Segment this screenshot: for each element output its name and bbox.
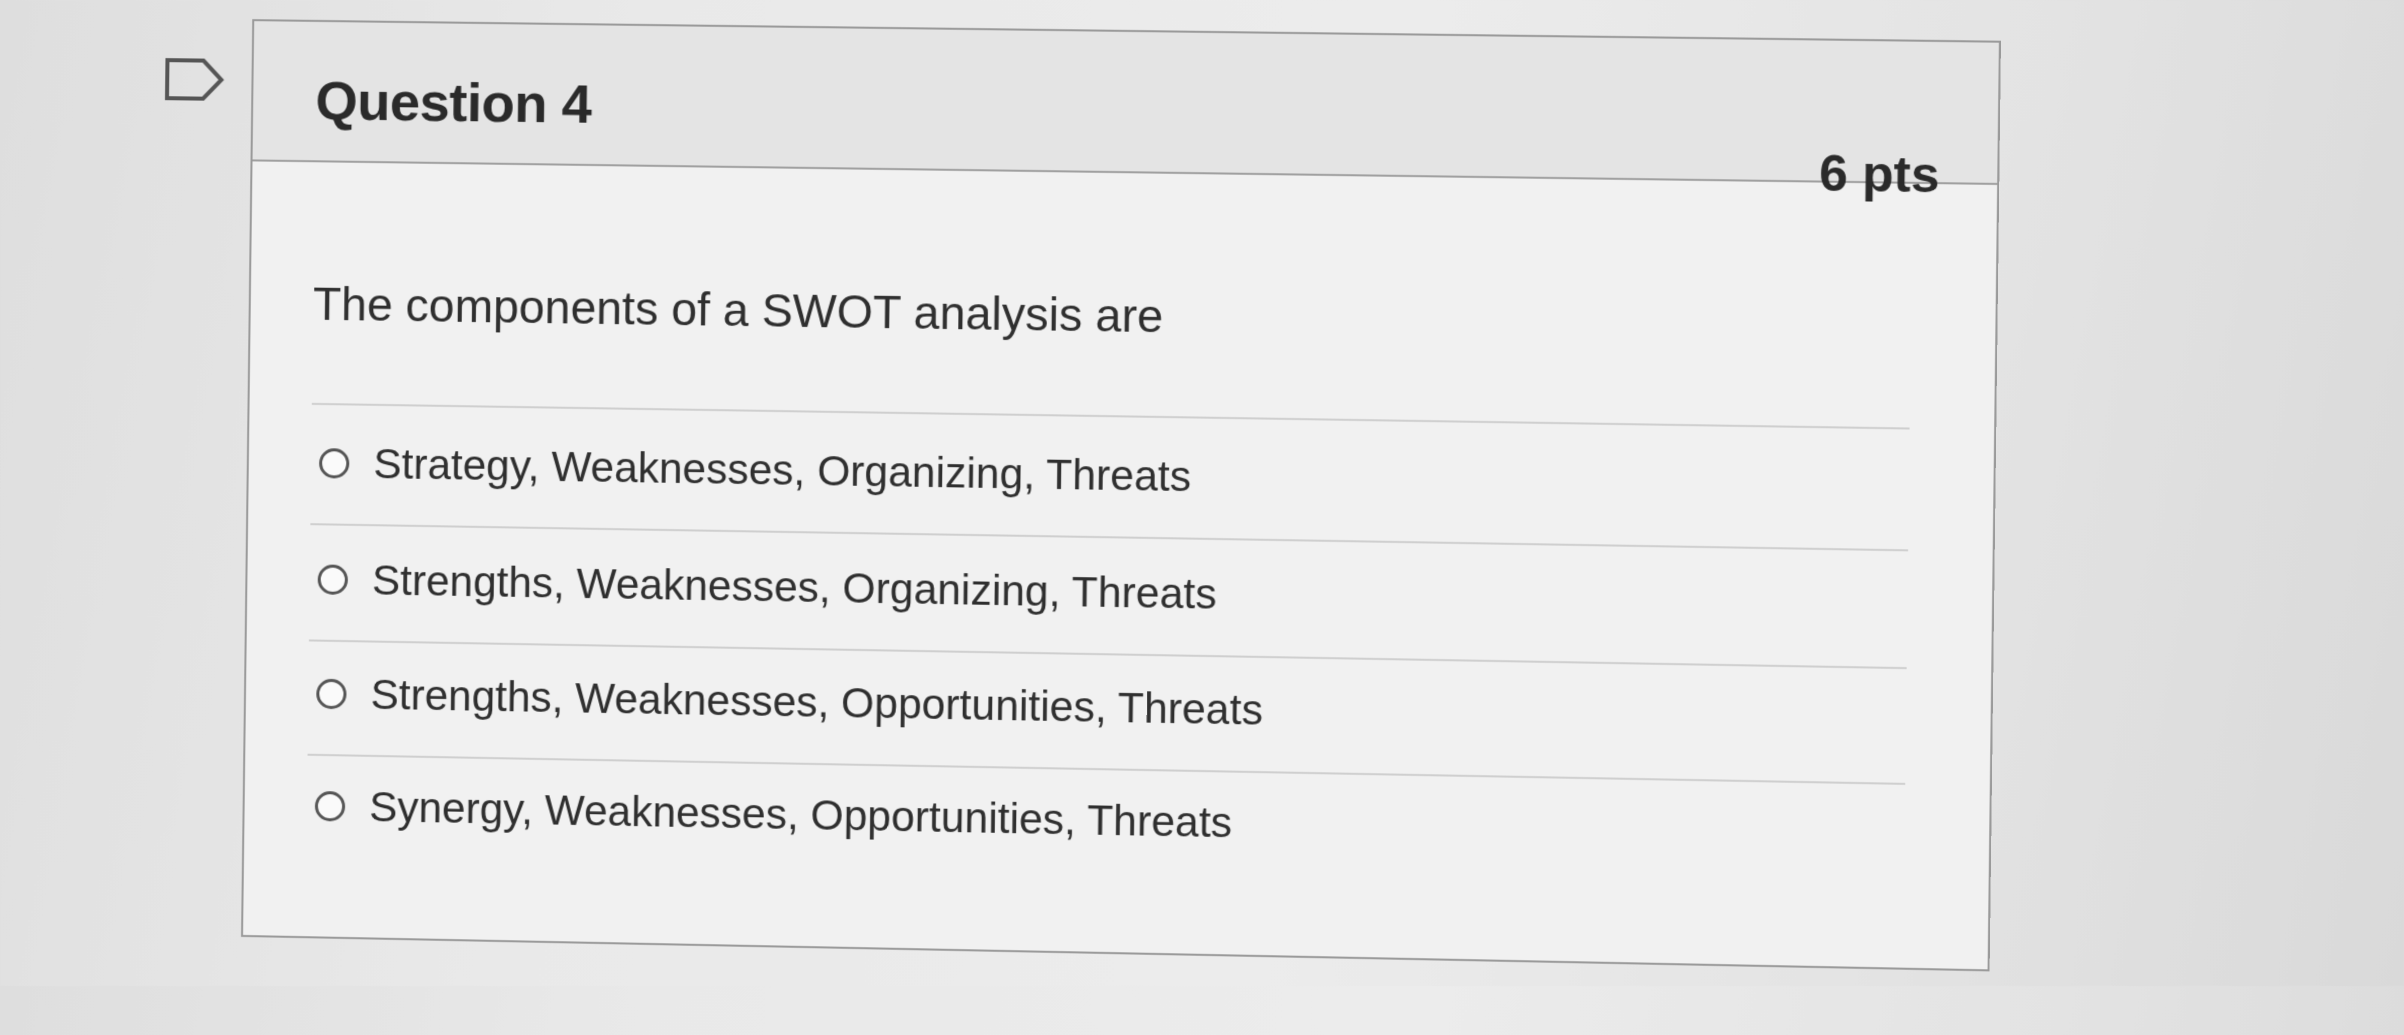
divider bbox=[311, 402, 1910, 430]
answer-option-3[interactable]: Strengths, Weaknesses, Opportunities, Th… bbox=[316, 664, 1263, 741]
question-body: The components of a SWOT analysis are St… bbox=[243, 161, 1997, 969]
answer-option-4[interactable]: Synergy, Weaknesses, Opportunities, Thre… bbox=[314, 776, 1233, 853]
answer-option-2[interactable]: Strengths, Weaknesses, Organizing, Threa… bbox=[317, 549, 1217, 625]
divider bbox=[310, 523, 1909, 552]
answer-option-1[interactable]: Strategy, Weaknesses, Organizing, Threat… bbox=[318, 433, 1192, 507]
radio-button[interactable] bbox=[314, 790, 346, 822]
question-text: The components of a SWOT analysis are bbox=[312, 277, 1164, 343]
answer-label: Synergy, Weaknesses, Opportunities, Thre… bbox=[368, 782, 1233, 847]
divider bbox=[308, 639, 1907, 670]
answer-label: Strengths, Weaknesses, Organizing, Threa… bbox=[371, 556, 1218, 618]
quiz-page: Question 4 6 pts The components of a SWO… bbox=[0, 0, 2404, 1035]
question-card: Question 4 6 pts The components of a SWO… bbox=[241, 19, 2001, 972]
radio-button[interactable] bbox=[318, 448, 350, 479]
question-header: Question 4 6 pts bbox=[252, 21, 1999, 203]
question-title: Question 4 bbox=[315, 71, 592, 135]
flag-question-icon[interactable] bbox=[163, 56, 226, 103]
answer-label: Strategy, Weaknesses, Organizing, Threat… bbox=[373, 439, 1192, 501]
answer-label: Strengths, Weaknesses, Opportunities, Th… bbox=[370, 670, 1264, 734]
radio-button[interactable] bbox=[317, 564, 349, 595]
radio-button[interactable] bbox=[316, 678, 347, 710]
